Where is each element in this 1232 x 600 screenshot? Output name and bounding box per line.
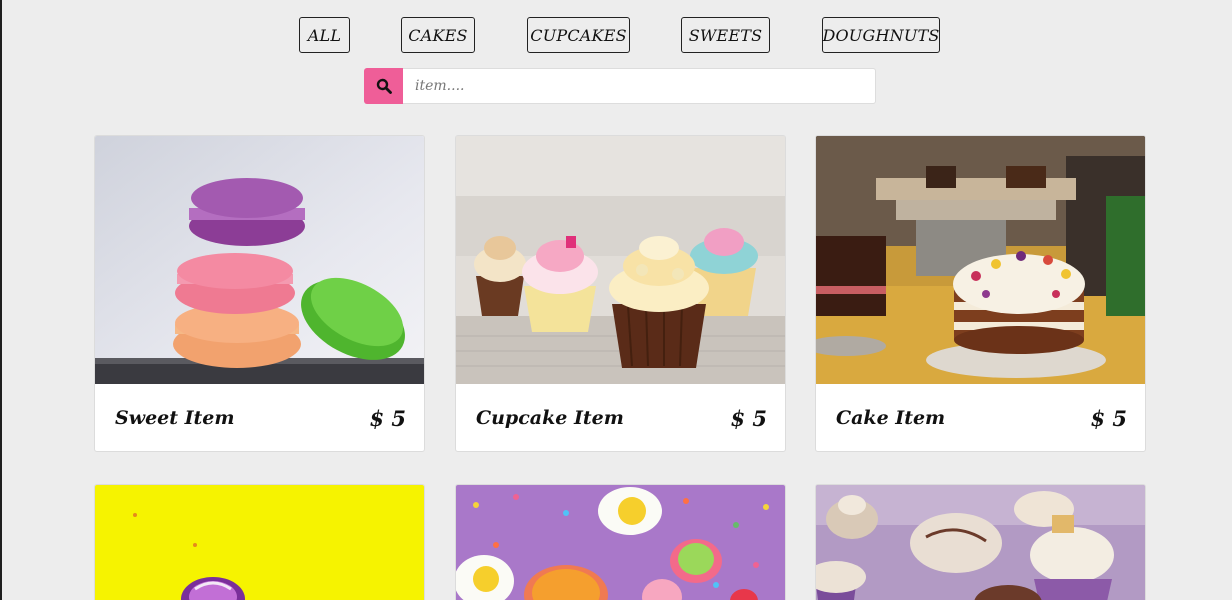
- product-card-doughnut[interactable]: [94, 484, 425, 600]
- item-price: $ 5: [730, 405, 767, 431]
- product-image-cake: [816, 136, 1145, 384]
- product-image-sweets: [456, 485, 785, 600]
- page: ALL CAKES CUPCAKES SWEETS DOUGHNUTS item…: [0, 0, 1232, 600]
- filter-bar: ALL CAKES CUPCAKES SWEETS DOUGHNUTS: [0, 17, 1232, 53]
- search-input[interactable]: [403, 68, 876, 104]
- product-image-cupcakes-lavender: [816, 485, 1145, 600]
- window-edge: [0, 0, 2, 600]
- search-icon: [376, 78, 392, 94]
- product-card-sweet[interactable]: Sweet Item $ 5: [94, 135, 425, 452]
- product-image-cupcakes: [456, 136, 785, 384]
- product-card-sweets[interactable]: [455, 484, 786, 600]
- card-footer: Cupcake Item $ 5: [456, 384, 785, 451]
- filter-doughnuts-button[interactable]: DOUGHNUTS: [822, 17, 940, 53]
- product-image-doughnut: [95, 485, 424, 600]
- item-price: $ 5: [1090, 405, 1127, 431]
- item-title: Cake Item: [836, 407, 946, 429]
- filter-cupcakes-button[interactable]: CUPCAKES: [527, 17, 630, 53]
- item-title: Cupcake Item: [476, 407, 624, 429]
- item-price: $ 5: [369, 405, 406, 431]
- card-footer: Cake Item $ 5: [816, 384, 1145, 451]
- item-title: Sweet Item: [115, 407, 235, 429]
- filter-sweets-button[interactable]: SWEETS: [681, 17, 770, 53]
- filter-cakes-button[interactable]: CAKES: [401, 17, 475, 53]
- product-card-cake[interactable]: Cake Item $ 5: [815, 135, 1146, 452]
- card-footer: Sweet Item $ 5: [95, 384, 424, 451]
- filter-all-button[interactable]: ALL: [299, 17, 350, 53]
- search-bar: [364, 68, 876, 104]
- product-image-macarons: [95, 136, 424, 384]
- search-button[interactable]: [364, 68, 403, 104]
- product-card-cupcake[interactable]: Cupcake Item $ 5: [455, 135, 786, 452]
- product-card-cupcakes-lavender[interactable]: [815, 484, 1146, 600]
